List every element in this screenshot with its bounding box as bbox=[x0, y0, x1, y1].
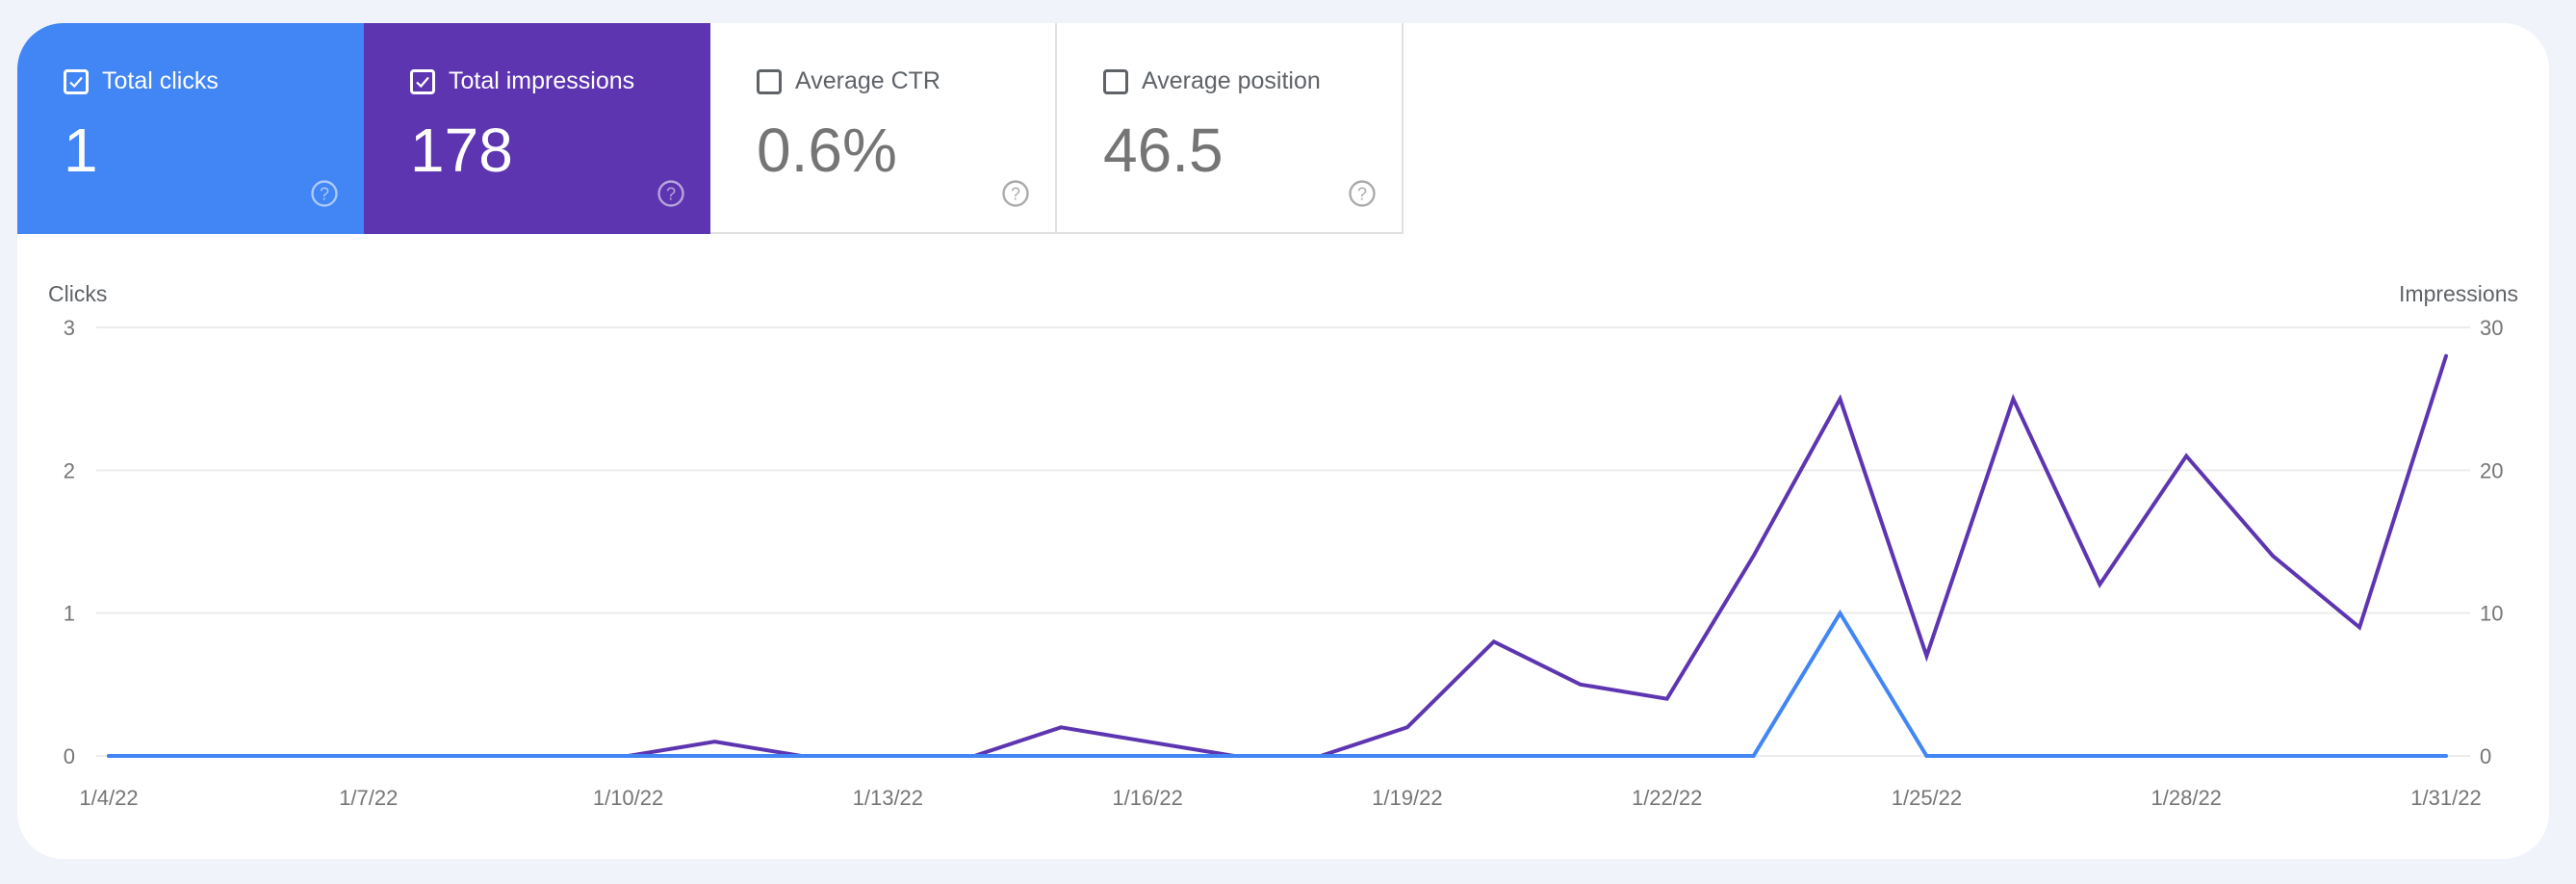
y-left-tick-label: 3 bbox=[64, 316, 75, 340]
y-right-tick-label: 0 bbox=[2480, 744, 2491, 768]
y-left-tick-label: 1 bbox=[64, 602, 75, 626]
y-left-tick-label: 0 bbox=[64, 744, 75, 768]
x-tick-label: 1/4/22 bbox=[79, 786, 138, 810]
x-tick-label: 1/25/22 bbox=[1892, 786, 1962, 810]
x-tick-label: 1/22/22 bbox=[1632, 786, 1702, 810]
y-right-tick-label: 20 bbox=[2480, 458, 2503, 482]
x-tick-label: 1/7/22 bbox=[339, 786, 398, 810]
x-tick-label: 1/28/22 bbox=[2151, 786, 2222, 810]
performance-chart: Clicks Impressions 0 1 2 3 0 10 20 30 1/4/22 1/… bbox=[48, 281, 2518, 810]
x-tick-label: 1/16/22 bbox=[1112, 786, 1182, 810]
x-tick-label: 1/10/22 bbox=[593, 786, 663, 810]
y-axis-left-title: Clicks bbox=[48, 281, 107, 306]
series-line-impressions[interactable] bbox=[107, 353, 2448, 758]
x-tick-label: 1/19/22 bbox=[1372, 786, 1442, 810]
y-axis-right-title: Impressions bbox=[2399, 281, 2518, 306]
y-right-tick-label: 30 bbox=[2480, 316, 2503, 340]
series-line-clicks[interactable] bbox=[107, 609, 2448, 758]
x-tick-label: 1/31/22 bbox=[2410, 786, 2481, 810]
y-left-tick-label: 2 bbox=[64, 458, 75, 482]
y-right-tick-label: 10 bbox=[2480, 602, 2503, 626]
performance-card: Total clicks 1 ? Total impressions 178 ?… bbox=[17, 23, 2549, 859]
x-tick-label: 1/13/22 bbox=[853, 786, 923, 810]
